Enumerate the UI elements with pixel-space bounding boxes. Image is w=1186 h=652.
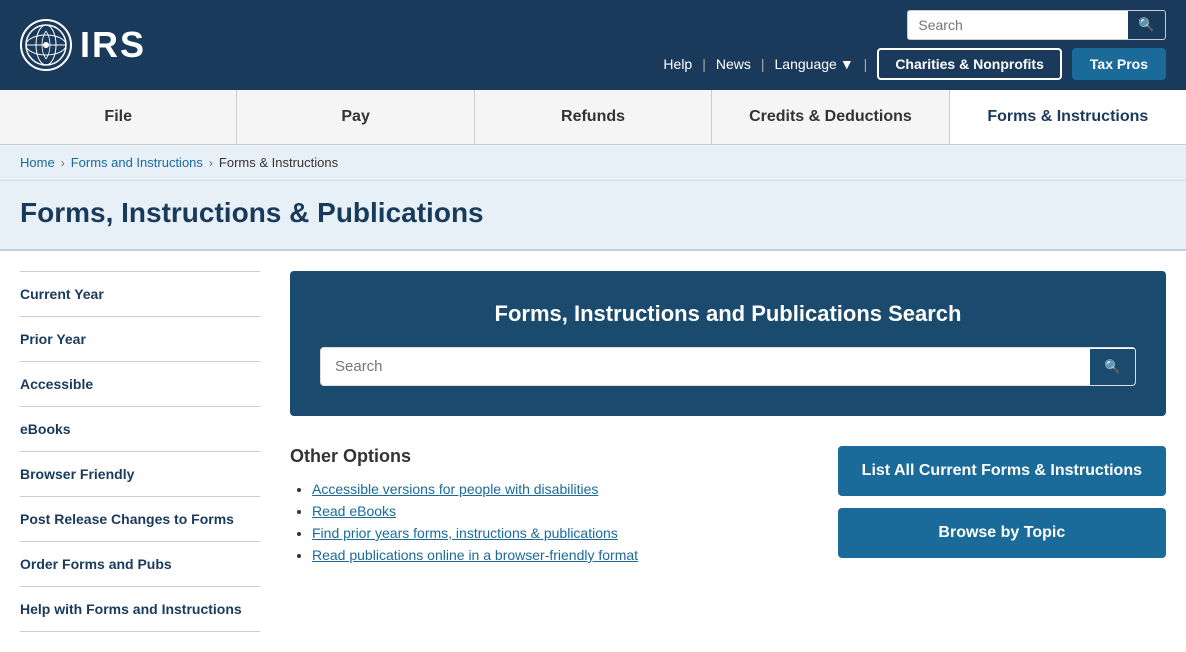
sidebar: Current Year Prior Year Accessible eBook…	[20, 271, 260, 632]
nav-help-link[interactable]: Help	[663, 56, 692, 72]
header-search[interactable]: 🔍	[907, 10, 1166, 40]
breadcrumb-forms-instructions[interactable]: Forms and Instructions	[71, 155, 203, 170]
header-search-button[interactable]: 🔍	[1128, 11, 1165, 39]
other-options-buttons: List All Current Forms & Instructions Br…	[838, 446, 1166, 558]
link-prior-years[interactable]: Find prior years forms, instructions & p…	[312, 525, 618, 541]
sidebar-item-prior-year[interactable]: Prior Year	[20, 317, 260, 362]
logo-area: IRS	[20, 19, 146, 71]
nav-divider-3: |	[864, 56, 868, 72]
sidebar-item-accessible[interactable]: Accessible	[20, 362, 260, 407]
list-item: Find prior years forms, instructions & p…	[312, 525, 808, 541]
other-options-area: Other Options Accessible versions for pe…	[290, 446, 1166, 563]
search-icon: 🔍	[1104, 359, 1121, 375]
nav-refunds[interactable]: Refunds	[475, 90, 712, 144]
header-search-input[interactable]	[908, 11, 1128, 39]
list-item: Accessible versions for people with disa…	[312, 481, 808, 497]
sidebar-item-post-release[interactable]: Post Release Changes to Forms	[20, 497, 260, 542]
charities-nonprofits-button[interactable]: Charities & Nonprofits	[877, 48, 1062, 80]
search-panel-title: Forms, Instructions and Publications Sea…	[320, 301, 1136, 327]
page-title: Forms, Instructions & Publications	[20, 197, 1166, 229]
link-ebooks[interactable]: Read eBooks	[312, 503, 396, 519]
sidebar-item-help-forms[interactable]: Help with Forms and Instructions	[20, 587, 260, 632]
forms-search-button[interactable]: 🔍	[1090, 349, 1135, 385]
main-content: Forms, Instructions and Publications Sea…	[290, 271, 1166, 632]
nav-news-link[interactable]: News	[716, 56, 751, 72]
logo-text: IRS	[80, 24, 146, 66]
breadcrumb-home[interactable]: Home	[20, 155, 55, 170]
header-right: 🔍 Help | News | Language ▼ | Charities &…	[663, 10, 1166, 80]
content-area: Current Year Prior Year Accessible eBook…	[0, 251, 1186, 652]
forms-search-panel: Forms, Instructions and Publications Sea…	[290, 271, 1166, 416]
sidebar-item-ebooks[interactable]: eBooks	[20, 407, 260, 452]
sidebar-item-order-forms[interactable]: Order Forms and Pubs	[20, 542, 260, 587]
page-title-bar: Forms, Instructions & Publications	[0, 181, 1186, 251]
tax-pros-button[interactable]: Tax Pros	[1072, 48, 1166, 80]
breadcrumb: Home › Forms and Instructions › Forms & …	[0, 145, 1186, 181]
nav-file[interactable]: File	[0, 90, 237, 144]
forms-search-input-area[interactable]: 🔍	[320, 347, 1136, 386]
list-item: Read eBooks	[312, 503, 808, 519]
nav-language-label: Language	[775, 56, 837, 72]
link-browser-friendly[interactable]: Read publications online in a browser-fr…	[312, 547, 638, 563]
site-header: IRS 🔍 Help | News | Language ▼ | Chariti…	[0, 0, 1186, 90]
main-navigation: File Pay Refunds Credits & Deductions Fo…	[0, 90, 1186, 145]
breadcrumb-current: Forms & Instructions	[219, 155, 338, 170]
nav-credits-deductions[interactable]: Credits & Deductions	[712, 90, 949, 144]
other-options-links: Other Options Accessible versions for pe…	[290, 446, 808, 563]
header-nav-links: Help | News | Language ▼ | Charities & N…	[663, 48, 1166, 80]
chevron-down-icon: ▼	[840, 56, 854, 72]
browse-by-topic-button[interactable]: Browse by Topic	[838, 508, 1166, 558]
search-icon: 🔍	[1138, 17, 1155, 33]
link-accessible[interactable]: Accessible versions for people with disa…	[312, 481, 598, 497]
nav-divider-1: |	[702, 56, 706, 72]
logo-emblem	[20, 19, 72, 71]
breadcrumb-sep-2: ›	[209, 156, 213, 170]
breadcrumb-sep-1: ›	[61, 156, 65, 170]
nav-pay[interactable]: Pay	[237, 90, 474, 144]
nav-divider-2: |	[761, 56, 765, 72]
forms-search-input[interactable]	[321, 348, 1090, 385]
other-options-list: Accessible versions for people with disa…	[290, 481, 808, 563]
list-item: Read publications online in a browser-fr…	[312, 547, 808, 563]
sidebar-item-current-year[interactable]: Current Year	[20, 271, 260, 317]
nav-forms-instructions[interactable]: Forms & Instructions	[950, 90, 1186, 144]
other-options-heading: Other Options	[290, 446, 808, 467]
list-all-forms-button[interactable]: List All Current Forms & Instructions	[838, 446, 1166, 496]
sidebar-item-browser-friendly[interactable]: Browser Friendly	[20, 452, 260, 497]
nav-language-selector[interactable]: Language ▼	[775, 56, 854, 72]
